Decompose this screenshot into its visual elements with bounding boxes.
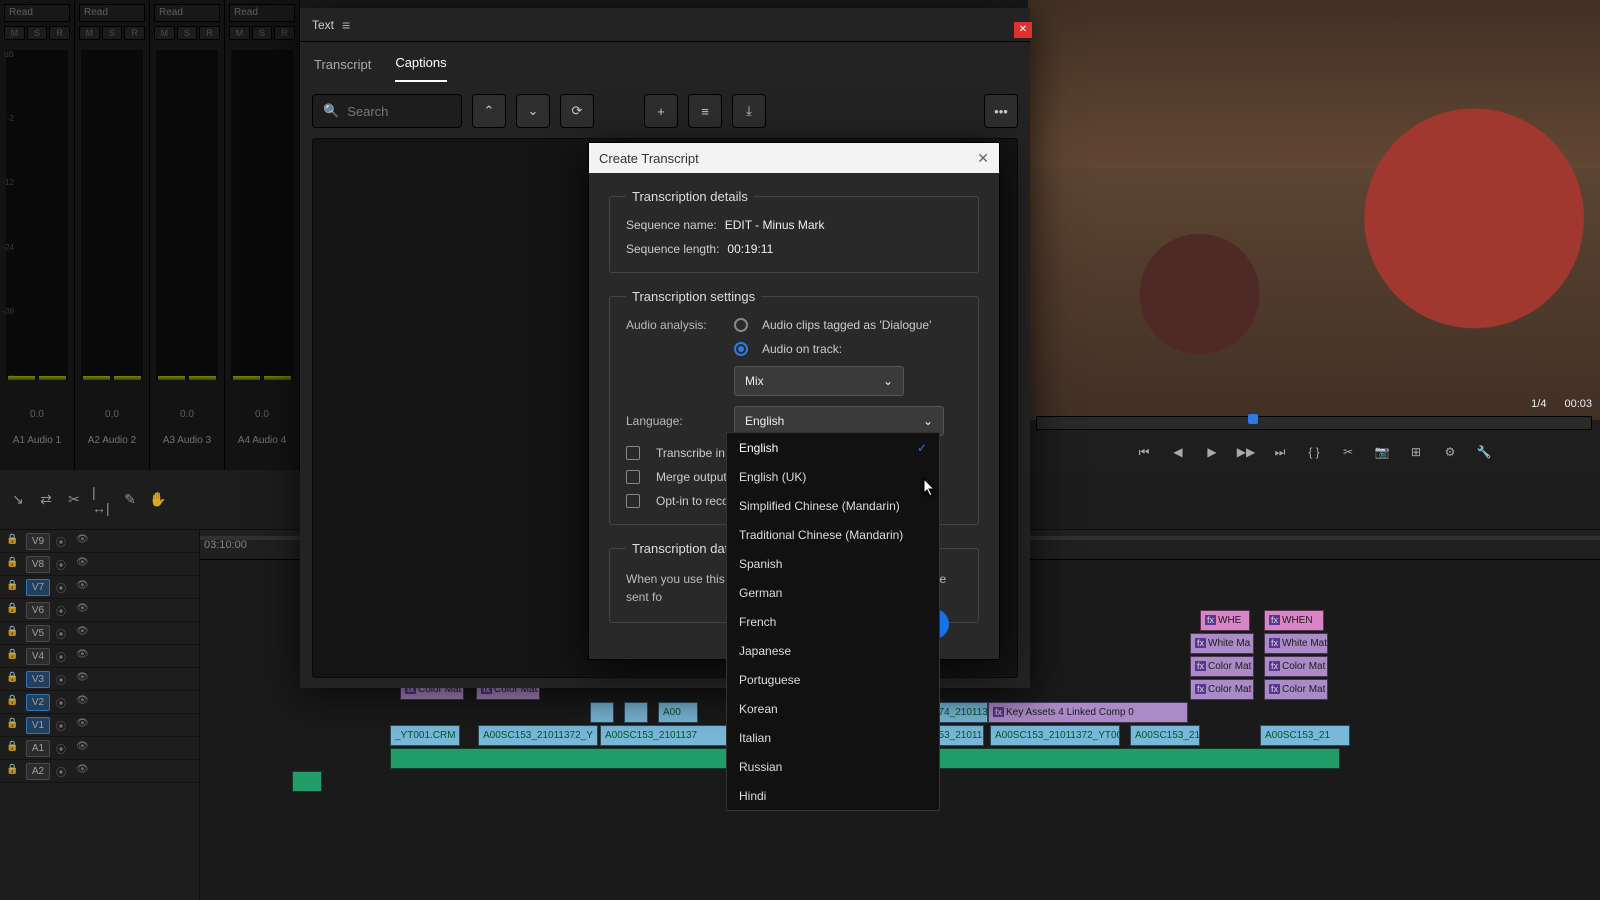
track-header[interactable]: 🔒V2⦿👁 <box>0 691 199 714</box>
track-header[interactable]: 🔒V7⦿👁 <box>0 576 199 599</box>
prev-icon[interactable]: ⌃ <box>472 94 506 128</box>
search-input[interactable]: 🔍 Search <box>312 94 462 128</box>
language-option[interactable]: Italian <box>727 723 939 752</box>
dialog-close-icon[interactable]: ✕ <box>977 150 989 167</box>
language-dropdown[interactable]: English✓English (UK)Simplified Chinese (… <box>726 432 940 811</box>
checkbox-inpoint[interactable] <box>626 446 640 460</box>
chevron-down-icon: ⌄ <box>923 414 933 428</box>
transport-button[interactable]: ⚙ <box>1439 441 1461 463</box>
clip[interactable]: A00SC153_21011372_Y <box>478 725 598 746</box>
clip[interactable]: fxColor Mat <box>1264 679 1328 700</box>
clip[interactable]: A00SC153_21 <box>1260 725 1350 746</box>
clip[interactable]: fxColor Mat <box>1190 656 1254 677</box>
split-icon[interactable]: ≡ <box>688 94 722 128</box>
clip[interactable]: fxWhite Ma <box>1190 633 1254 654</box>
checkbox-optin[interactable] <box>626 494 640 508</box>
preview-frame <box>1028 0 1600 420</box>
transport-controls: ⏮◀▶▶▶⏭{ }✂📷⊞⚙🔧 <box>1028 434 1600 470</box>
clip[interactable]: fxKey Assets 4 Linked Comp 0 <box>988 702 1188 723</box>
transcription-details: Transcription details Sequence name:EDIT… <box>609 189 979 273</box>
dialog-title: Create Transcript <box>599 151 699 166</box>
clip[interactable]: fxColor Mat <box>1264 656 1328 677</box>
language-option[interactable]: German <box>727 578 939 607</box>
clip[interactable]: A00 <box>658 702 698 723</box>
preview-scrubber[interactable] <box>1036 416 1592 430</box>
clip[interactable]: fxColor Mat <box>1190 679 1254 700</box>
track-header[interactable]: 🔒V8⦿👁 <box>0 553 199 576</box>
radio-on-track[interactable] <box>734 342 748 356</box>
transport-button[interactable]: 🔧 <box>1473 441 1495 463</box>
merge-icon[interactable]: ⤓ <box>732 94 766 128</box>
refresh-icon[interactable]: ⟳ <box>560 94 594 128</box>
transport-button[interactable]: ✂ <box>1337 441 1359 463</box>
clip[interactable]: fxWhite Mat <box>1264 633 1328 654</box>
clip[interactable]: _YT001.CRM <box>390 725 460 746</box>
timeline-tool[interactable]: ⇄ <box>36 490 56 510</box>
language-option[interactable]: Portuguese <box>727 665 939 694</box>
clip[interactable] <box>624 702 648 723</box>
timeline-tool[interactable]: ✎ <box>120 490 140 510</box>
panel-menu-icon[interactable]: ≡ <box>342 17 350 33</box>
timecode: 00:03 <box>1564 398 1592 410</box>
automation-mode[interactable]: Read <box>4 4 70 22</box>
track-header[interactable]: 🔒V4⦿👁 <box>0 645 199 668</box>
timeline-tool[interactable]: ✂ <box>64 490 84 510</box>
chevron-down-icon: ⌄ <box>883 374 893 388</box>
track-header[interactable]: 🔒V1⦿👁 <box>0 714 199 737</box>
language-option[interactable]: Russian <box>727 752 939 781</box>
transport-button[interactable]: ⏭ <box>1269 441 1291 463</box>
track-header[interactable]: 🔒V3⦿👁 <box>0 668 199 691</box>
track-header[interactable]: 🔒V9⦿👁 <box>0 530 199 553</box>
language-option[interactable]: English (UK) <box>727 462 939 491</box>
transport-button[interactable]: 📷 <box>1371 441 1393 463</box>
transport-button[interactable]: ⊞ <box>1405 441 1427 463</box>
add-caption-icon[interactable]: + <box>644 94 678 128</box>
language-option[interactable]: Korean <box>727 694 939 723</box>
program-monitor: 1/400:03 ⏮◀▶▶▶⏭{ }✂📷⊞⚙🔧 <box>1028 0 1600 470</box>
panel-title: Text <box>312 18 334 32</box>
clip[interactable] <box>590 702 614 723</box>
transport-button[interactable]: ▶ <box>1201 441 1223 463</box>
zoom-level[interactable]: 1/4 <box>1531 398 1546 410</box>
clip[interactable]: fxWHE <box>1200 610 1250 631</box>
tab-transcript[interactable]: Transcript <box>314 57 371 82</box>
transport-button[interactable]: ⏮ <box>1133 441 1155 463</box>
audio-mixer: Read MSR dB-2-12-24-36-- 0.0 A1 Audio 1 … <box>0 0 300 470</box>
track-header[interactable]: 🔒A1⦿👁 <box>0 737 199 760</box>
more-icon[interactable]: ••• <box>984 94 1018 128</box>
language-option[interactable]: English✓ <box>727 433 939 462</box>
radio-dialogue[interactable] <box>734 318 748 332</box>
language-option[interactable]: Japanese <box>727 636 939 665</box>
language-option[interactable]: Simplified Chinese (Mandarin) <box>727 491 939 520</box>
language-option[interactable]: Traditional Chinese (Mandarin) <box>727 520 939 549</box>
clip[interactable] <box>292 771 322 792</box>
next-icon[interactable]: ⌄ <box>516 94 550 128</box>
transport-button[interactable]: { } <box>1303 441 1325 463</box>
track-header[interactable]: 🔒A2⦿👁 <box>0 760 199 783</box>
clip[interactable]: A00SC153_21011372_YT00 <box>990 725 1120 746</box>
transport-button[interactable]: ▶▶ <box>1235 441 1257 463</box>
track-header[interactable]: 🔒V6⦿👁 <box>0 599 199 622</box>
timeline-tools: ↘ ⇄ ✂ |↔| ✎ ✋ <box>0 490 200 510</box>
mixer-strip: Read MSR dB-2-12-24-36-- 0.0 A1 Audio 1 <box>0 0 75 470</box>
clip[interactable]: fxWHEN <box>1264 610 1324 631</box>
timeline-tool[interactable]: ↘ <box>8 490 28 510</box>
timeline-tool[interactable]: |↔| <box>92 490 112 510</box>
search-icon: 🔍 <box>323 103 339 119</box>
close-panel-button[interactable]: ✕ <box>1014 22 1032 38</box>
track-headers: 🔒V9⦿👁🔒V8⦿👁🔒V7⦿👁🔒V6⦿👁🔒V5⦿👁🔒V4⦿👁🔒V3⦿👁🔒V2⦿👁… <box>0 530 200 900</box>
language-option[interactable]: French <box>727 607 939 636</box>
transport-button[interactable]: ◀ <box>1167 441 1189 463</box>
language-option[interactable]: Hindi <box>727 781 939 810</box>
clip[interactable]: A00SC153_2101137 <box>600 725 730 746</box>
tab-captions[interactable]: Captions <box>395 55 446 82</box>
timeline-tool[interactable]: ✋ <box>148 490 168 510</box>
language-option[interactable]: Spanish <box>727 549 939 578</box>
track-select[interactable]: Mix⌄ <box>734 366 904 396</box>
track-header[interactable]: 🔒V5⦿👁 <box>0 622 199 645</box>
checkbox-merge[interactable] <box>626 470 640 484</box>
clip[interactable]: A00SC153_2101 <box>1130 725 1200 746</box>
